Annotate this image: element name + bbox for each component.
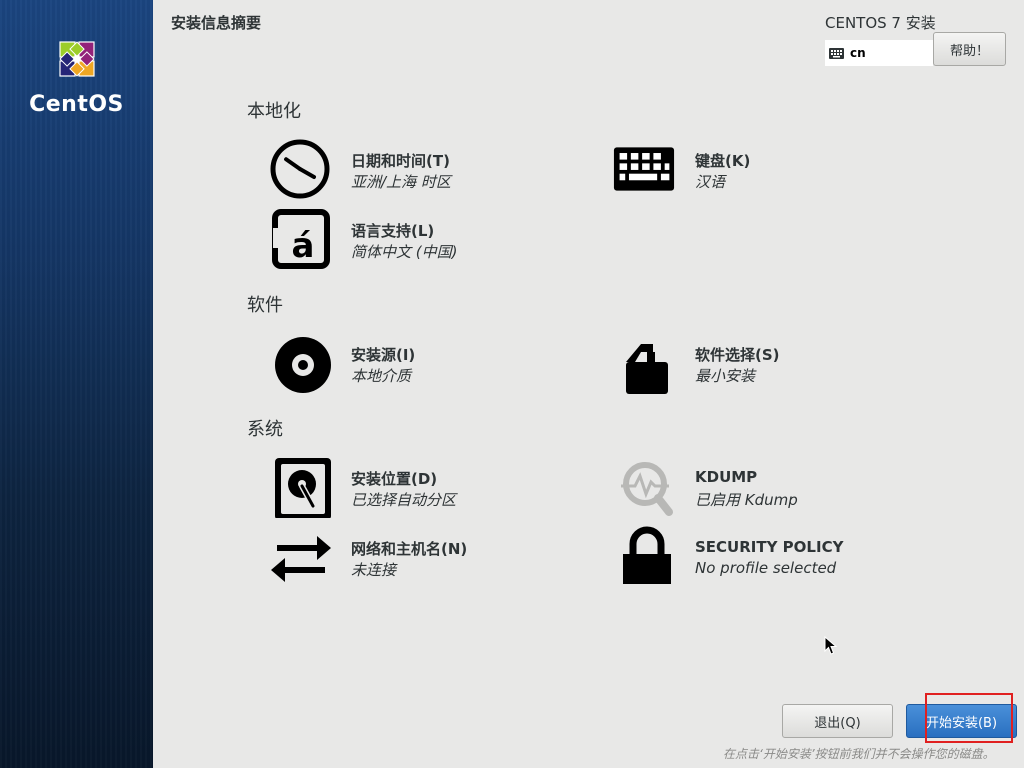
disc-icon <box>269 332 331 394</box>
spoke-kdump-status: 已启用 Kdump <box>695 491 798 509</box>
section-title-system: 系统 <box>247 419 283 440</box>
spoke-selection-title: 软件选择(S) <box>695 346 780 364</box>
spoke-selection-status: 最小安装 <box>695 367 756 385</box>
spoke-language[interactable]: á 语言支持(L) 简体中文 (中国) <box>269 208 589 272</box>
harddisk-icon <box>269 456 331 518</box>
spoke-language-status: 简体中文 (中国) <box>351 243 458 261</box>
spoke-destination-title: 安装位置(D) <box>351 470 438 488</box>
spoke-language-title: 语言支持(L) <box>351 222 435 240</box>
main-panel: 安装信息摘要 CENTOS 7 安装 cn 帮助！ 本地化 日期和时间(T) 亚… <box>153 0 1024 768</box>
keyboard-layout-label: cn <box>850 46 866 60</box>
svg-text:á: á <box>292 226 315 266</box>
spoke-keyboard[interactable]: 键盘(K) 汉语 <box>613 138 933 202</box>
product-title: CENTOS 7 安装 <box>825 14 936 32</box>
centos-logo: CentOS <box>0 34 153 117</box>
spoke-installation-source[interactable]: 安装源(I) 本地介质 <box>269 332 589 396</box>
spoke-datetime-title: 日期和时间(T) <box>351 152 450 170</box>
keyboard-small-icon <box>829 47 844 59</box>
spoke-network-status: 未连接 <box>351 561 397 579</box>
spoke-security-status: No profile selected <box>695 559 837 577</box>
spoke-source-status: 本地介质 <box>351 367 412 385</box>
logo-text: CentOS <box>29 92 124 117</box>
section-title-software: 软件 <box>247 295 283 316</box>
spoke-installation-destination[interactable]: 安装位置(D) 已选择自动分区 <box>269 456 589 520</box>
lock-icon <box>613 526 675 588</box>
footer-note: 在点击‘开始安装’按钮前我们并不会操作您的磁盘。 <box>723 747 995 761</box>
keyboard-icon <box>613 138 675 200</box>
spoke-destination-status: 已选择自动分区 <box>351 491 457 509</box>
language-icon: á <box>269 208 331 270</box>
spoke-datetime[interactable]: 日期和时间(T) 亚洲/上海 时区 <box>269 138 589 202</box>
clock-icon <box>269 138 331 200</box>
spoke-source-title: 安装源(I) <box>351 346 416 364</box>
spoke-keyboard-status: 汉语 <box>695 173 726 191</box>
spoke-network-title: 网络和主机名(N) <box>351 540 468 558</box>
spoke-software-selection[interactable]: 软件选择(S) 最小安装 <box>613 332 933 396</box>
mouse-cursor-icon <box>824 636 838 655</box>
spoke-datetime-status: 亚洲/上海 时区 <box>351 173 451 191</box>
quit-button[interactable]: 退出(Q) <box>782 704 893 738</box>
spoke-kdump[interactable]: KDUMP 已启用 Kdump <box>613 456 933 520</box>
package-icon <box>613 332 675 394</box>
section-title-localization: 本地化 <box>247 101 301 122</box>
spoke-keyboard-title: 键盘(K) <box>695 152 751 170</box>
help-button[interactable]: 帮助！ <box>933 32 1006 66</box>
keyboard-layout-indicator[interactable]: cn <box>825 40 933 66</box>
spoke-kdump-title: KDUMP <box>695 468 758 486</box>
kdump-search-icon <box>613 456 675 518</box>
highlight-annotation-box <box>925 693 1013 743</box>
spoke-security-policy[interactable]: SECURITY POLICY No profile selected <box>613 526 933 590</box>
sidebar: CentOS <box>0 0 153 768</box>
network-arrows-icon <box>269 526 331 588</box>
spoke-security-title: SECURITY POLICY <box>695 538 844 556</box>
spoke-network-hostname[interactable]: 网络和主机名(N) 未连接 <box>269 526 589 590</box>
centos-logo-icon <box>58 41 95 77</box>
page-title: 安装信息摘要 <box>171 14 262 32</box>
